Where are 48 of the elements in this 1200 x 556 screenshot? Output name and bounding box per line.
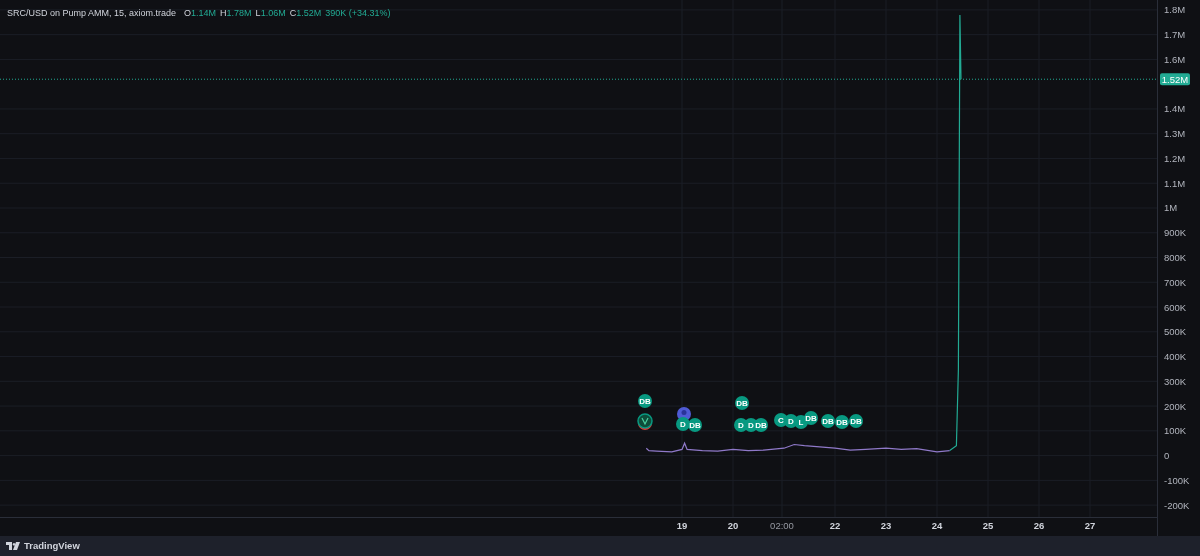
axis-label: 400K <box>1164 351 1187 363</box>
axis-label: 1.4M <box>1164 103 1186 115</box>
axis-label: 800K <box>1164 252 1187 263</box>
axis-label: 1M <box>1164 202 1178 214</box>
marker-badge[interactable]: DB <box>754 418 768 432</box>
marker-badge[interactable]: DB <box>849 414 863 428</box>
axis-label: 1.1M <box>1164 177 1186 189</box>
logo-icon <box>6 542 20 550</box>
marker-badge[interactable]: DB <box>638 394 652 408</box>
axis-label: -100K <box>1164 474 1190 486</box>
axis-label: -200K <box>1164 499 1190 511</box>
ohlc-value: L1.06M <box>255 7 286 20</box>
axis-label: 23 <box>880 520 892 531</box>
marker-badge[interactable]: DB <box>688 418 702 432</box>
axis-label: 1.7M <box>1164 29 1186 41</box>
axis-label: 22 <box>829 520 841 531</box>
axis-label: 100K <box>1164 425 1187 437</box>
ohlc-value: C1.52M <box>289 7 322 20</box>
axis-label: 0 <box>1164 450 1170 462</box>
ohlc-value: H1.78M <box>220 7 252 20</box>
marker-badge[interactable]: DB <box>735 396 749 410</box>
axis-label: 900K <box>1164 227 1187 239</box>
axis-label: 300K <box>1164 375 1187 387</box>
axis-label: 24 <box>931 520 943 531</box>
axis-label: 600K <box>1164 301 1187 313</box>
axis-label: 700K <box>1164 276 1187 288</box>
axis-label: 200K <box>1164 400 1187 412</box>
axis-label: 27 <box>1084 520 1096 531</box>
marker-badge[interactable]: DB <box>835 415 849 429</box>
change-value: 390K (+34.31%) <box>325 7 391 20</box>
brand-name: TradingView <box>24 538 80 553</box>
token-icon[interactable] <box>637 413 653 430</box>
axis-label: 1.2M <box>1164 152 1186 164</box>
ohlc-value: O1.14M <box>184 7 217 20</box>
axis-label: 1.6M <box>1164 53 1186 65</box>
symbol-title: SRC/USD on Pump AMM, 15, axiom.trade <box>7 7 177 20</box>
axis-label: 1.8M <box>1164 4 1186 16</box>
axis-label: 02:00 <box>770 520 794 531</box>
axis-label: 500K <box>1164 326 1187 338</box>
axis-label: 19 <box>676 520 688 531</box>
axis-label: 1.3M <box>1164 128 1186 140</box>
axis-label: 20 <box>727 520 739 531</box>
marker-badge[interactable]: D <box>676 417 690 431</box>
marker-badge[interactable]: DB <box>804 411 818 425</box>
axis-label: 25 <box>982 520 994 531</box>
marker-badge[interactable]: DB <box>821 414 835 428</box>
last-price-label: 1.52M <box>1160 73 1190 86</box>
axis-label: 26 <box>1033 520 1045 531</box>
